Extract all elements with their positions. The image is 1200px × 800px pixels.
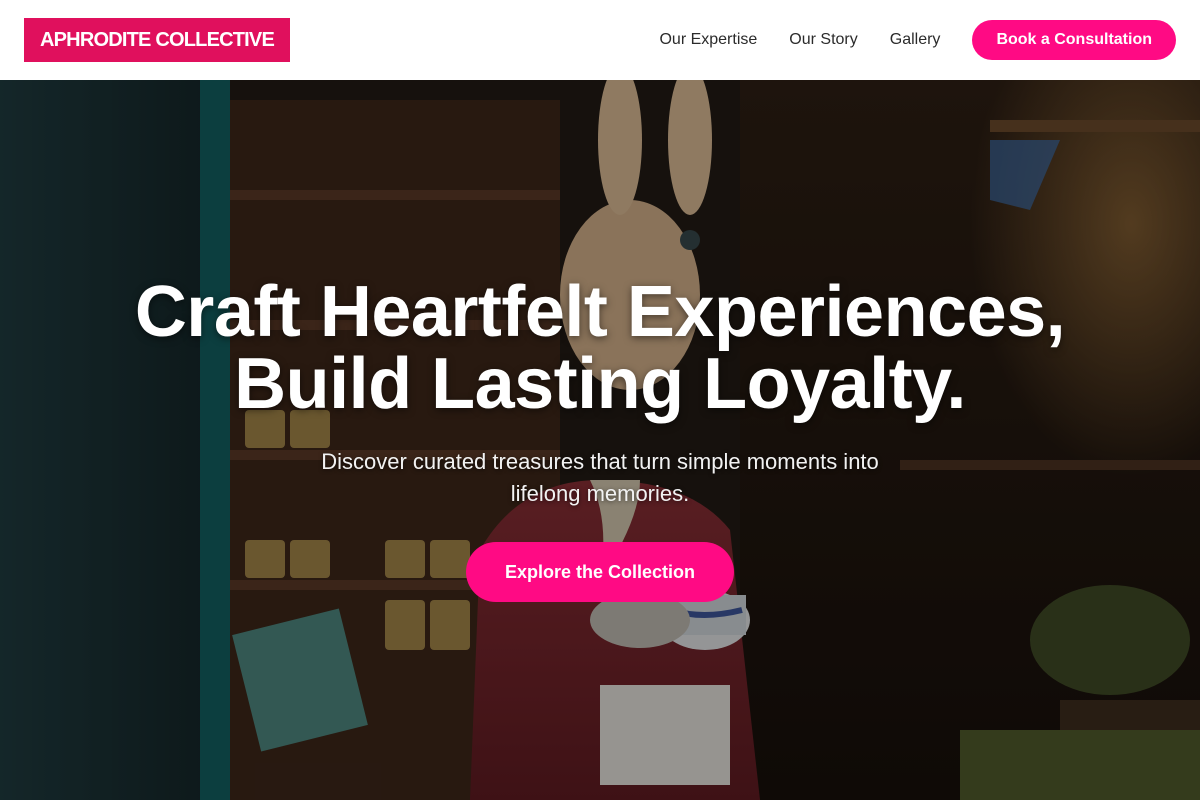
explore-collection-button[interactable]: Explore the Collection bbox=[466, 542, 734, 602]
hero-content: Craft Heartfelt Experiences, Build Lasti… bbox=[0, 80, 1200, 800]
hero-section: Craft Heartfelt Experiences, Build Lasti… bbox=[0, 80, 1200, 800]
nav-link-gallery[interactable]: Gallery bbox=[890, 31, 941, 49]
hero-title-line-1: Craft Heartfelt Experiences, bbox=[134, 272, 1066, 352]
main-nav: Our Expertise Our Story Gallery Book a C… bbox=[659, 20, 1176, 60]
brand-logo[interactable]: APHRODITE COLLECTIVE bbox=[24, 18, 291, 62]
hero-title-line-2: Build Lasting Loyalty. bbox=[234, 344, 966, 424]
site-header: APHRODITE COLLECTIVE Our Expertise Our S… bbox=[0, 0, 1200, 80]
nav-link-our-story[interactable]: Our Story bbox=[789, 31, 857, 49]
hero-title: Craft Heartfelt Experiences, Build Lasti… bbox=[0, 276, 1200, 420]
nav-link-our-expertise[interactable]: Our Expertise bbox=[659, 31, 757, 49]
book-consultation-button[interactable]: Book a Consultation bbox=[972, 20, 1176, 60]
hero-subtitle: Discover curated treasures that turn sim… bbox=[321, 449, 879, 506]
